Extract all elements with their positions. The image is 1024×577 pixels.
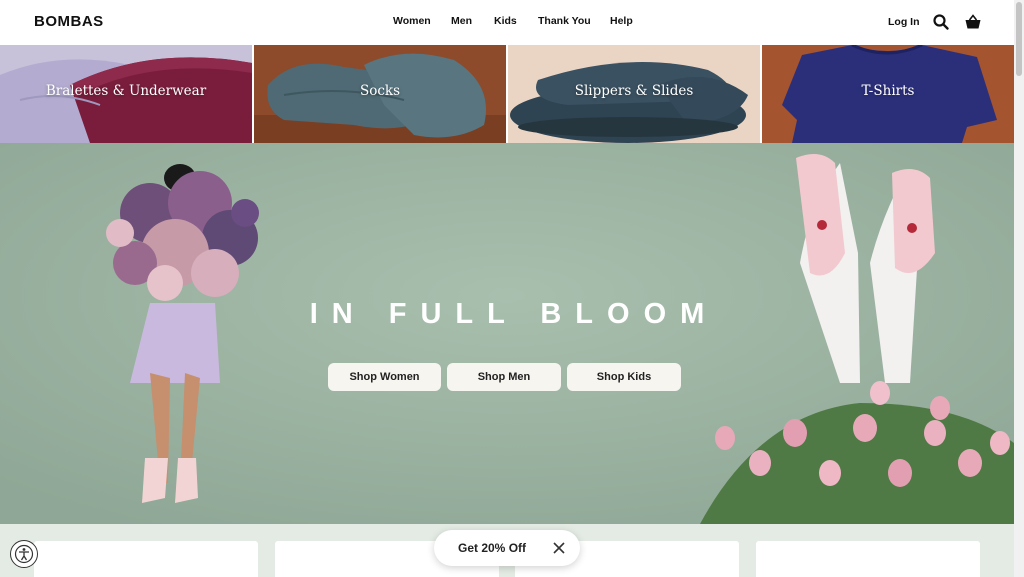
category-label: T-Shirts xyxy=(861,83,915,99)
category-tiles: Bralettes & Underwear Socks Slippers & S… xyxy=(0,45,1014,143)
category-bralettes-underwear[interactable]: Bralettes & Underwear xyxy=(0,45,254,143)
shop-men-button[interactable]: Shop Men xyxy=(447,363,561,391)
page-scrollbar[interactable] xyxy=(1014,0,1024,577)
hero-banner: IN FULL BLOOM Shop Women Shop Men Shop K… xyxy=(0,143,1014,524)
nav-men[interactable]: Men xyxy=(451,15,472,27)
nav-thank-you[interactable]: Thank You xyxy=(538,15,591,27)
hero-image xyxy=(0,143,1014,524)
nav-kids[interactable]: Kids xyxy=(494,15,517,27)
product-card[interactable] xyxy=(756,541,980,577)
shop-women-button[interactable]: Shop Women xyxy=(328,363,441,391)
login-link[interactable]: Log In xyxy=(888,16,920,28)
category-t-shirts[interactable]: T-Shirts xyxy=(762,45,1014,143)
shop-kids-button[interactable]: Shop Kids xyxy=(567,363,681,391)
site-header: BOMBAS Women Men Kids Thank You Help Log… xyxy=(0,0,1014,45)
product-card[interactable] xyxy=(34,541,258,577)
scrollbar-thumb[interactable] xyxy=(1016,2,1022,76)
category-label: Bralettes & Underwear xyxy=(45,83,207,99)
hero-title: IN FULL BLOOM xyxy=(309,298,719,330)
bombas-logo[interactable]: BOMBAS xyxy=(34,13,104,30)
discount-promo[interactable]: Get 20% Off xyxy=(434,530,580,566)
close-icon[interactable] xyxy=(552,541,566,555)
category-slippers-slides[interactable]: Slippers & Slides xyxy=(508,45,762,143)
accessibility-button[interactable] xyxy=(10,540,38,568)
cart-icon[interactable] xyxy=(964,13,982,31)
search-icon[interactable] xyxy=(932,13,950,31)
category-label: Socks xyxy=(359,83,401,99)
category-socks[interactable]: Socks xyxy=(254,45,508,143)
nav-help[interactable]: Help xyxy=(610,15,633,27)
accessibility-icon xyxy=(14,544,34,564)
category-label: Slippers & Slides xyxy=(574,83,694,99)
promo-label[interactable]: Get 20% Off xyxy=(458,541,526,555)
nav-women[interactable]: Women xyxy=(393,15,431,27)
